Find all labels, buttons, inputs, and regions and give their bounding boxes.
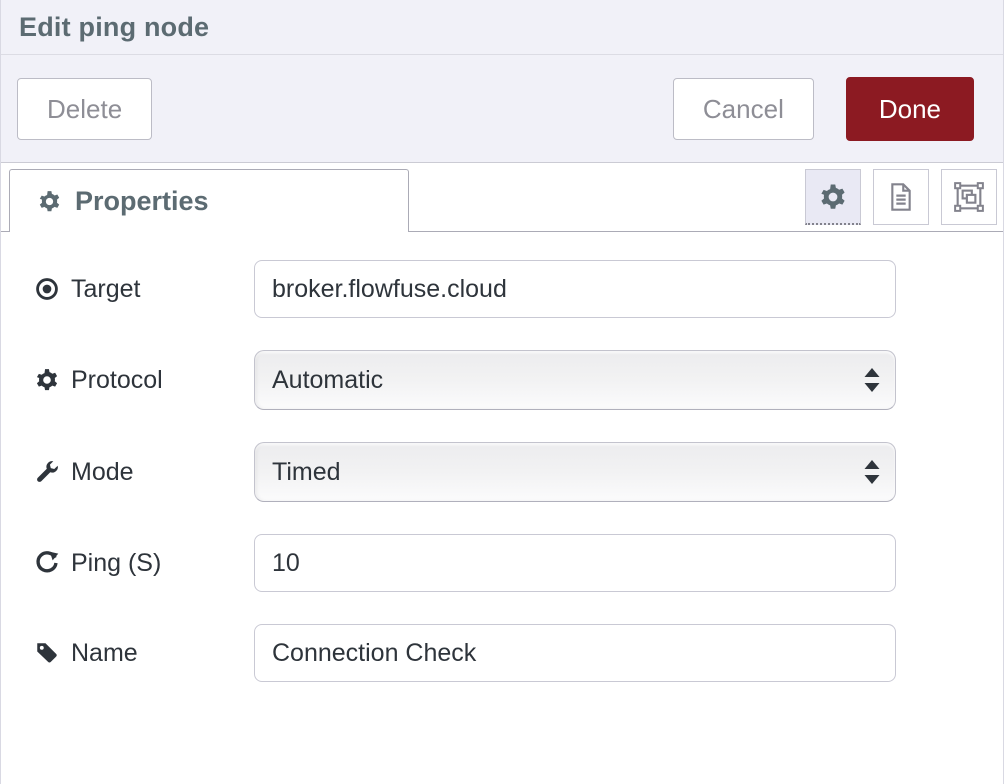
form-row-name: Name: [34, 624, 1003, 682]
form-row-mode: Mode Timed: [34, 442, 1003, 502]
dot-circle-icon: [34, 276, 60, 302]
gear-icon: [34, 367, 60, 393]
protocol-select-value: Automatic: [272, 366, 383, 395]
object-group-icon: [952, 180, 986, 214]
dialog-title: Edit ping node: [19, 12, 209, 43]
mode-select[interactable]: Timed: [254, 442, 896, 502]
tab-toolbar: [805, 169, 1003, 225]
target-input[interactable]: [254, 260, 896, 318]
name-label: Name: [34, 639, 254, 668]
ping-label: Ping (S): [34, 549, 254, 578]
dialog-header: Edit ping node: [1, 0, 1003, 55]
tag-icon: [34, 640, 60, 666]
gear-icon: [818, 182, 848, 212]
protocol-label-text: Protocol: [71, 366, 163, 395]
protocol-select[interactable]: Automatic: [254, 350, 896, 410]
mode-select-value: Timed: [272, 458, 341, 487]
form-row-protocol: Protocol Automatic: [34, 350, 1003, 410]
done-button[interactable]: Done: [846, 77, 974, 141]
refresh-icon: [34, 550, 60, 576]
name-input[interactable]: [254, 624, 896, 682]
target-label: Target: [34, 275, 254, 304]
cancel-button[interactable]: Cancel: [673, 78, 814, 140]
protocol-label: Protocol: [34, 366, 254, 395]
gear-icon: [37, 189, 62, 214]
wrench-icon: [34, 459, 60, 485]
mode-label-text: Mode: [71, 458, 134, 487]
ping-input[interactable]: [254, 534, 896, 592]
file-text-icon: [885, 181, 917, 213]
mode-label: Mode: [34, 458, 254, 487]
ping-label-text: Ping (S): [71, 549, 161, 578]
tab-properties-label: Properties: [75, 186, 209, 217]
tab-row: Properties: [1, 163, 1003, 232]
select-arrows-icon: [862, 457, 882, 487]
name-label-text: Name: [71, 639, 138, 668]
delete-button[interactable]: Delete: [17, 78, 152, 140]
appearance-tab-button[interactable]: [941, 169, 997, 225]
dialog-actions: Cancel Done: [673, 77, 974, 141]
properties-form: Target Protocol Automatic: [1, 232, 1003, 682]
dialog-button-bar: Delete Cancel Done: [1, 55, 1003, 163]
form-row-ping: Ping (S): [34, 534, 1003, 592]
properties-tab-button[interactable]: [805, 169, 861, 225]
description-tab-button[interactable]: [873, 169, 929, 225]
edit-node-dialog: Edit ping node Delete Cancel Done Proper…: [0, 0, 1004, 784]
form-row-target: Target: [34, 260, 1003, 318]
select-arrows-icon: [862, 365, 882, 395]
target-label-text: Target: [71, 275, 140, 304]
tab-properties[interactable]: Properties: [9, 169, 409, 232]
